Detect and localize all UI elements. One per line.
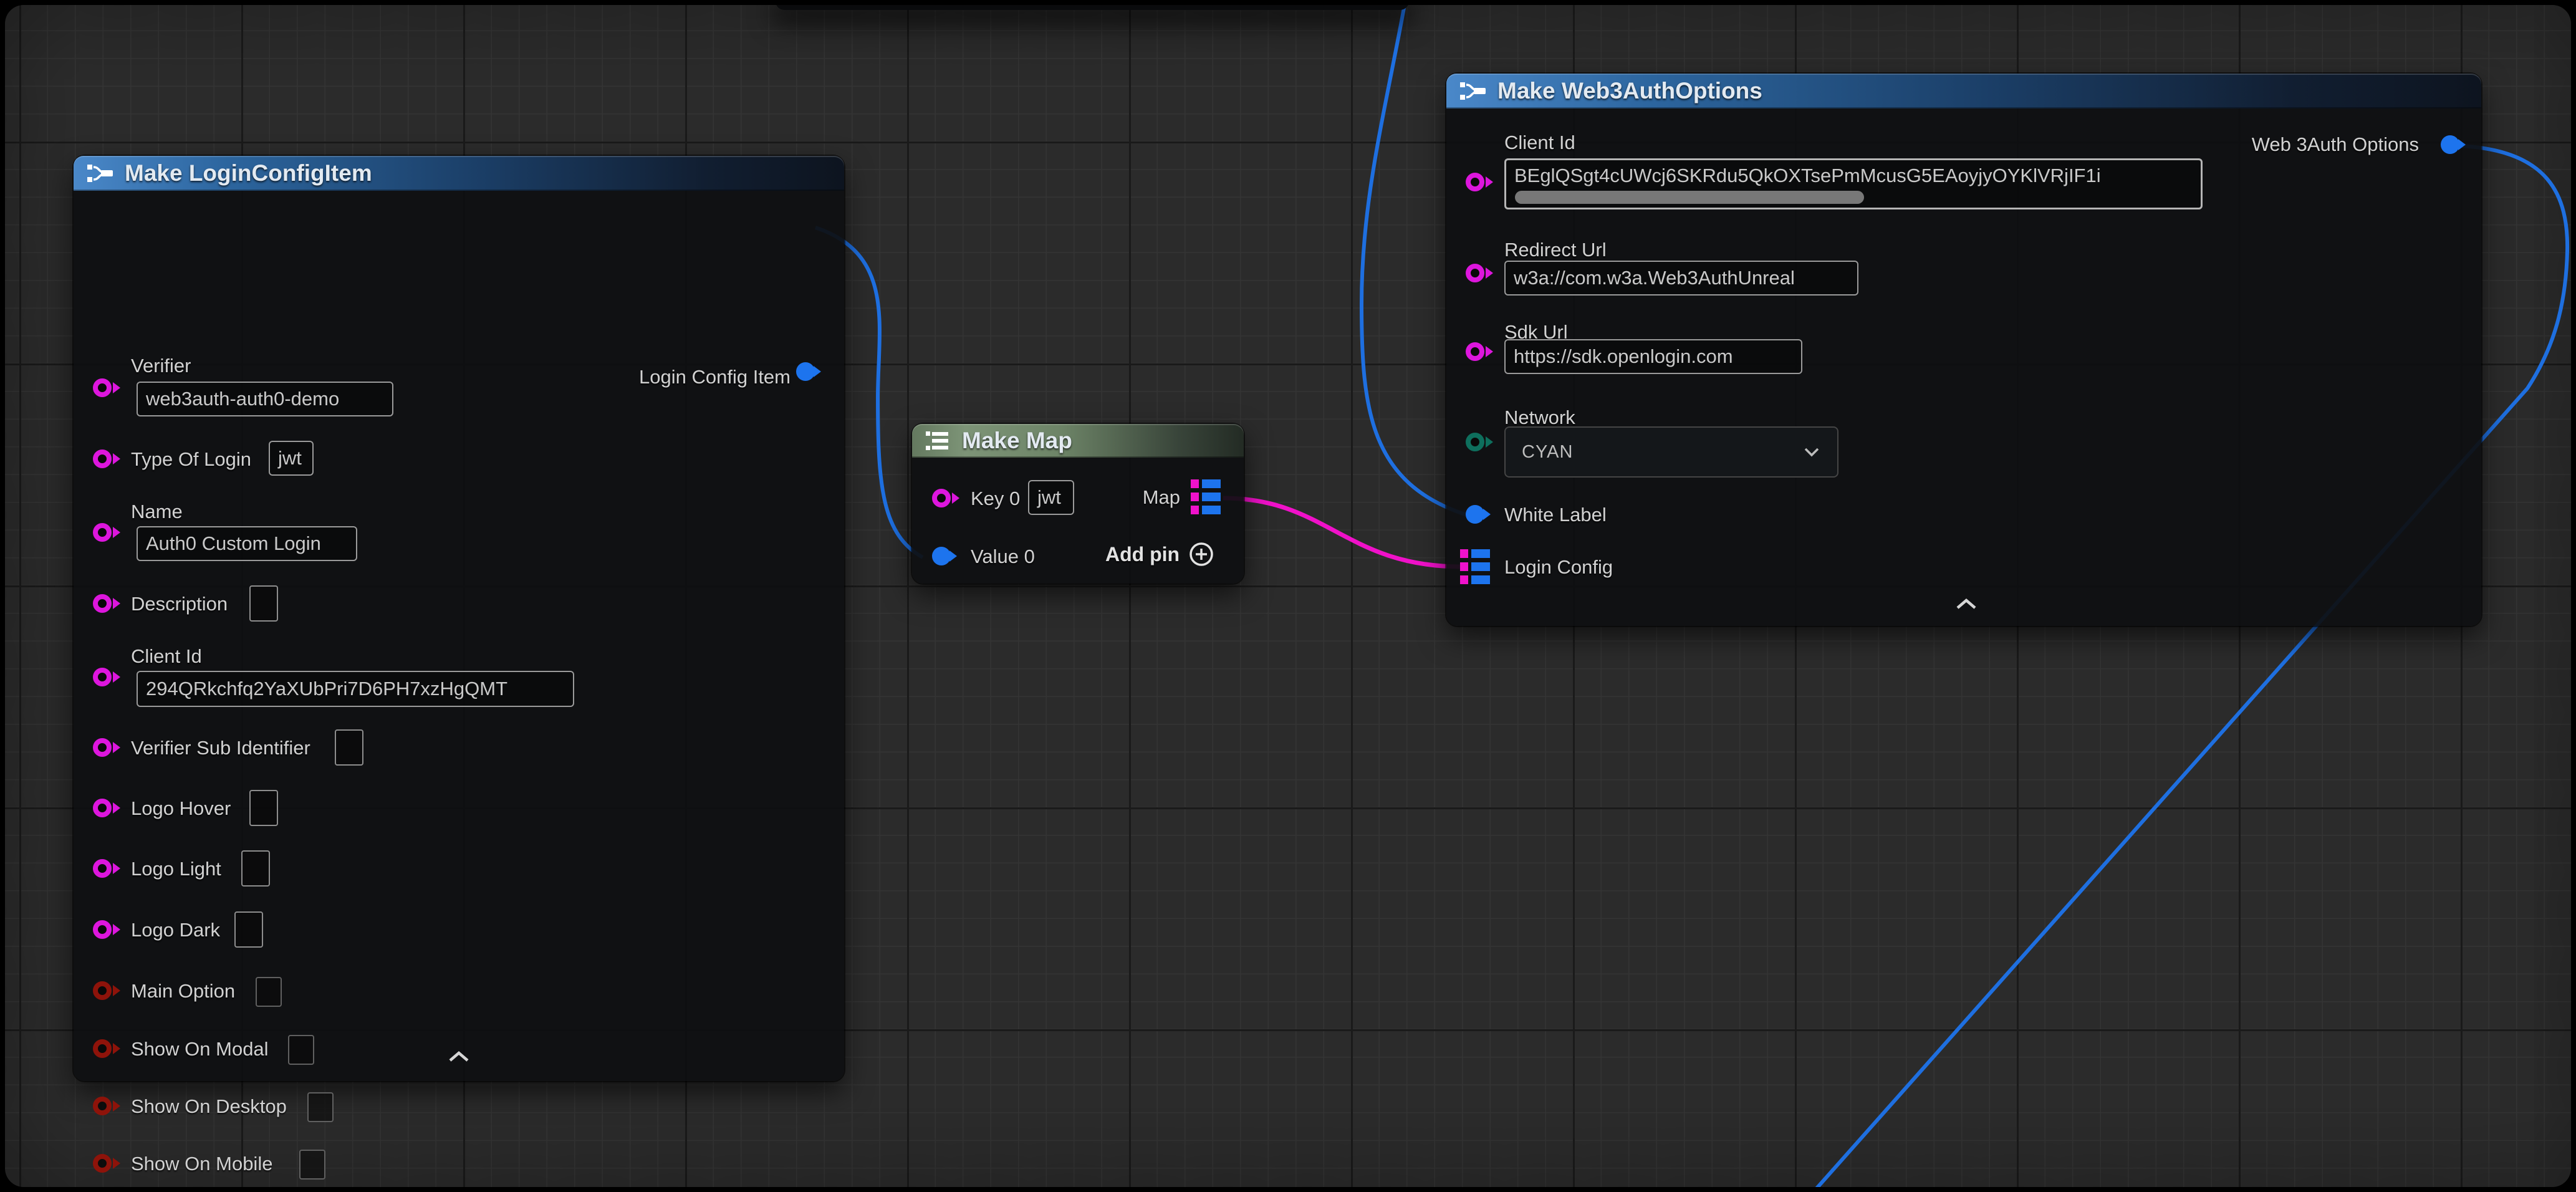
pin-label-logo-dark: Logo Dark — [131, 919, 220, 941]
type-of-login-input[interactable]: jwt — [269, 441, 314, 476]
pin-label-value-0: Value 0 — [971, 546, 1035, 568]
key-0-input[interactable]: jwt — [1028, 480, 1074, 515]
pin-logo-light[interactable] — [93, 859, 112, 878]
pin-label-show-on-mobile: Show On Mobile — [131, 1153, 272, 1175]
node-make-web3authoptions[interactable]: Make Web3AuthOptions Web 3Auth Options C… — [1446, 74, 2481, 626]
make-struct-icon — [1459, 79, 1487, 103]
chevron-down-icon — [1802, 446, 1821, 458]
pin-label-main-option: Main Option — [131, 980, 235, 1002]
pin-network[interactable] — [1466, 433, 1484, 451]
pin-label-name: Name — [131, 501, 183, 523]
pin-label-white-label: White Label — [1504, 504, 1607, 526]
offscreen-node-top[interactable] — [776, 5, 1409, 10]
main-option-checkbox[interactable] — [256, 977, 282, 1007]
node-title: Make Map — [962, 428, 1072, 454]
description-input[interactable] — [249, 585, 278, 622]
pin-label-client-id: Client Id — [131, 645, 202, 668]
pin-label-key-0: Key 0 — [971, 488, 1020, 510]
pin-logo-dark[interactable] — [93, 920, 112, 939]
pin-key-0[interactable] — [932, 489, 951, 507]
logo-light-input[interactable] — [241, 850, 270, 887]
node-make-loginconfigitem[interactable]: Make LoginConfigItem Login Config Item V… — [74, 156, 844, 1081]
pin-label-client-id: Client Id — [1504, 132, 1575, 154]
make-container-icon — [925, 429, 952, 453]
redirect-url-input[interactable]: w3a://com.w3a.Web3AuthUnreal — [1504, 261, 1858, 296]
add-pin-label: Add pin — [1105, 543, 1180, 566]
pin-description[interactable] — [93, 594, 112, 613]
client-id-input[interactable]: 294QRkchfq2YaXUbPri7D6PH7xzHgQMT — [137, 671, 574, 707]
pin-show-on-modal[interactable] — [93, 1039, 112, 1058]
pin-value-0[interactable] — [932, 547, 951, 565]
name-input[interactable]: Auth0 Custom Login — [137, 526, 357, 561]
verifier-input[interactable]: web3auth-auth0-demo — [137, 382, 393, 416]
network-dropdown[interactable]: CYAN — [1504, 426, 1838, 478]
pin-login-config[interactable] — [1460, 549, 1490, 584]
collapse-node-chevron-icon[interactable] — [445, 1049, 473, 1065]
pin-label-verifier-sub-identifier: Verifier Sub Identifier — [131, 737, 310, 759]
pin-sdk-url[interactable] — [1466, 342, 1484, 361]
pin-label-map: Map — [1099, 486, 1180, 509]
show-on-desktop-checkbox[interactable] — [307, 1092, 334, 1122]
node-title: Make LoginConfigItem — [125, 160, 372, 186]
pin-label-type-of-login: Type Of Login — [131, 448, 251, 471]
add-pin-plus-icon — [1188, 541, 1214, 567]
pin-white-label[interactable] — [1466, 505, 1484, 524]
pin-label-login-config-item: Login Config Item — [547, 366, 791, 388]
pin-name[interactable] — [93, 523, 112, 542]
pin-label-network: Network — [1504, 406, 1575, 429]
node-header-make-loginconfigitem[interactable]: Make LoginConfigItem — [74, 156, 844, 191]
client-id-horizontal-scrollbar[interactable] — [1515, 191, 1864, 204]
collapse-node-chevron-icon[interactable] — [1953, 596, 1980, 612]
node-make-map[interactable]: Make Map Key 0 jwt Map Value 0 Add pin — [912, 424, 1244, 584]
pin-map-output[interactable] — [1191, 479, 1221, 514]
pin-client-id[interactable] — [93, 668, 112, 686]
sdk-url-input[interactable]: https://sdk.openlogin.com — [1504, 339, 1802, 374]
pin-label-show-on-desktop: Show On Desktop — [131, 1095, 287, 1118]
node-title: Make Web3AuthOptions — [1497, 78, 1762, 104]
pin-label-verifier: Verifier — [131, 355, 191, 377]
verifier-sub-identifier-input[interactable] — [335, 729, 363, 766]
pin-show-on-mobile[interactable] — [93, 1154, 112, 1173]
pin-type-of-login[interactable] — [93, 449, 112, 468]
show-on-modal-checkbox[interactable] — [288, 1035, 314, 1065]
pin-label-login-config: Login Config — [1504, 556, 1613, 579]
add-pin-button[interactable]: Add pin — [1105, 541, 1214, 567]
logo-dark-input[interactable] — [234, 911, 263, 948]
node-header-make-web3authoptions[interactable]: Make Web3AuthOptions — [1446, 74, 2481, 108]
pin-main-option[interactable] — [93, 981, 112, 1000]
make-struct-icon — [86, 161, 115, 185]
wire-map-to-login-config — [1223, 498, 1461, 567]
blueprint-graph-canvas[interactable]: Make LoginConfigItem Login Config Item V… — [5, 5, 2571, 1187]
pin-label-description: Description — [131, 593, 228, 615]
pin-verifier[interactable] — [93, 378, 112, 397]
pin-login-config-item-output[interactable] — [796, 362, 815, 381]
show-on-mobile-checkbox[interactable] — [299, 1150, 325, 1180]
pin-label-logo-light: Logo Light — [131, 858, 221, 880]
pin-web3auth-options-output[interactable] — [2441, 135, 2459, 154]
pin-client-id[interactable] — [1466, 173, 1484, 191]
pin-redirect-url[interactable] — [1466, 264, 1484, 282]
pin-logo-hover[interactable] — [93, 799, 112, 817]
node-header-make-map[interactable]: Make Map — [912, 424, 1244, 458]
network-selected-value: CYAN — [1522, 442, 1573, 463]
pin-verifier-sub-identifier[interactable] — [93, 738, 112, 757]
pin-label-redirect-url: Redirect Url — [1504, 239, 1607, 261]
pin-label-show-on-modal: Show On Modal — [131, 1038, 269, 1060]
logo-hover-input[interactable] — [249, 790, 278, 826]
screenshot-frame: Make LoginConfigItem Login Config Item V… — [0, 0, 2576, 1192]
pin-show-on-desktop[interactable] — [93, 1097, 112, 1115]
pin-label-web3auth-options: Web 3Auth Options — [2151, 133, 2419, 156]
pin-label-logo-hover: Logo Hover — [131, 797, 231, 820]
